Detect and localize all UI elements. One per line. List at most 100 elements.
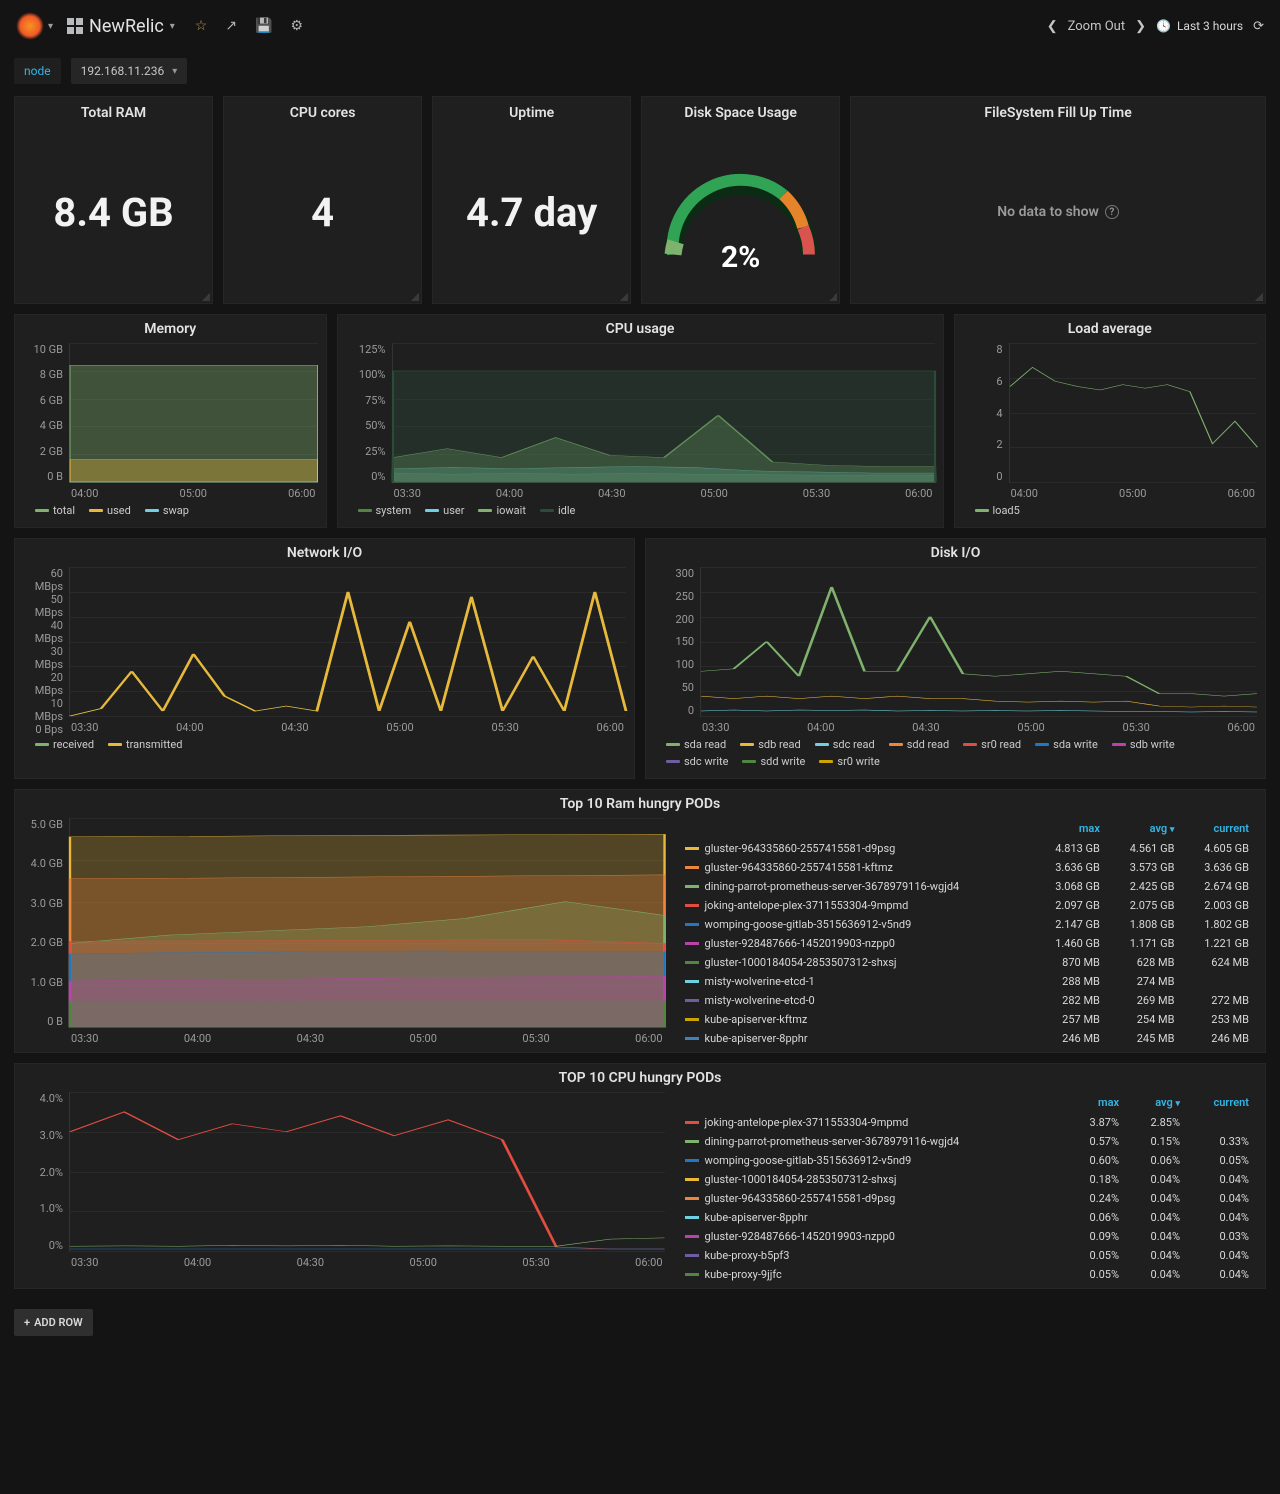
legend-item[interactable]: user — [425, 504, 464, 517]
legend-item[interactable]: load5 — [975, 504, 1020, 517]
legend-item[interactable]: sr0 write — [819, 755, 879, 768]
axis-tick: 05:30 — [803, 487, 830, 500]
legend-item[interactable]: sdb read — [740, 738, 800, 751]
legend-item[interactable]: system — [358, 504, 412, 517]
legend-row[interactable]: dining-parrot-prometheus-server-36789791… — [677, 877, 1257, 896]
legend-row[interactable]: kube-apiserver-8pphr0.06%0.04%0.04% — [677, 1208, 1257, 1227]
col-avg[interactable]: avg ▾ — [1108, 818, 1183, 839]
grafana-menu[interactable]: ▾ — [16, 12, 53, 40]
legend-item[interactable]: sdc write — [666, 755, 728, 768]
chart-legend: total used swap — [23, 500, 318, 523]
axis-tick: 250 — [654, 590, 694, 603]
time-range-picker[interactable]: 🕓 Last 3 hours — [1156, 19, 1243, 33]
col-max[interactable]: max — [1066, 1092, 1127, 1113]
axis-tick: 03:30 — [702, 721, 729, 734]
legend-item[interactable]: sr0 read — [963, 738, 1021, 751]
star-icon[interactable]: ☆ — [195, 18, 208, 34]
col-max[interactable]: max — [1033, 818, 1108, 839]
gauge — [656, 121, 826, 303]
axis-tick: 50% — [346, 419, 386, 432]
axis-tick: 60 MBps — [23, 567, 63, 593]
settings-gear-icon[interactable]: ⚙ — [291, 18, 304, 34]
axis-tick: 4 GB — [23, 419, 63, 432]
legend-row[interactable]: gluster-1000184054-2853507312-shxsj870 M… — [677, 953, 1257, 972]
axis-tick: 04:00 — [184, 1032, 211, 1045]
legend-item[interactable]: sdb write — [1112, 738, 1175, 751]
legend-item[interactable]: idle — [540, 504, 575, 517]
axis-tick: 05:00 — [1017, 721, 1044, 734]
resize-handle-icon[interactable] — [202, 293, 210, 301]
legend-item[interactable]: total — [35, 504, 75, 517]
legend-row[interactable]: gluster-1000184054-2853507312-shxsj0.18%… — [677, 1170, 1257, 1189]
panel-disk-usage[interactable]: Disk Space Usage 2% — [641, 96, 840, 304]
legend-item[interactable]: sdd read — [889, 738, 949, 751]
legend-row[interactable]: misty-wolverine-etcd-1288 MB274 MB — [677, 972, 1257, 991]
add-row-button[interactable]: + ADD ROW — [14, 1309, 93, 1336]
panel-ram-pods[interactable]: Top 10 Ram hungry PODs5.0 GB4.0 GB3.0 GB… — [14, 789, 1266, 1053]
legend-row[interactable]: kube-apiserver-kftmz257 MB254 MB253 MB — [677, 1010, 1257, 1029]
legend-item[interactable]: used — [89, 504, 131, 517]
panel-cpu-pods[interactable]: TOP 10 CPU hungry PODs4.0%3.0%2.0%1.0%0%… — [14, 1063, 1266, 1289]
panel-title: FileSystem Fill Up Time — [984, 97, 1131, 121]
panel-disk-io[interactable]: Disk I/O30025020015010050003:3004:0004:3… — [645, 538, 1266, 779]
legend-row[interactable]: kube-proxy-b5pf30.05%0.04%0.04% — [677, 1246, 1257, 1265]
time-back-button[interactable]: ❮ — [1047, 19, 1058, 34]
legend-item[interactable]: swap — [145, 504, 189, 517]
resize-handle-icon[interactable] — [411, 293, 419, 301]
axis-tick: 06:00 — [1228, 721, 1255, 734]
resize-handle-icon[interactable] — [829, 293, 837, 301]
axis-tick: 8 — [963, 343, 1003, 356]
panel-total-ram[interactable]: Total RAM 8.4 GB — [14, 96, 213, 304]
legend-row[interactable]: joking-antelope-plex-3711553304-9mpmd3.8… — [677, 1113, 1257, 1132]
panel-title: CPU usage — [346, 315, 935, 343]
legend-row[interactable]: gluster-964335860-2557415581-d9psg0.24%0… — [677, 1189, 1257, 1208]
legend-item[interactable]: sdc read — [815, 738, 875, 751]
dashboard-grid-icon — [67, 18, 83, 34]
legend-row[interactable]: gluster-964335860-2557415581-kftmz3.636 … — [677, 858, 1257, 877]
legend-item[interactable]: sda read — [666, 738, 726, 751]
legend-row[interactable]: gluster-928487666-1452019903-nzpp01.460 … — [677, 934, 1257, 953]
panel-fs-fillup[interactable]: FileSystem Fill Up Time No data to show … — [850, 96, 1266, 304]
axis-tick: 1.0% — [23, 1202, 63, 1215]
legend-item[interactable]: iowait — [478, 504, 525, 517]
variable-node-value: 192.168.11.236 — [81, 64, 165, 78]
legend-row[interactable]: gluster-928487666-1452019903-nzpp00.09%0… — [677, 1227, 1257, 1246]
panel-uptime[interactable]: Uptime 4.7 day — [432, 96, 631, 304]
refresh-icon[interactable]: ⟳ — [1253, 19, 1264, 34]
axis-tick: 03:30 — [71, 1032, 98, 1045]
axis-tick: 30 MBps — [23, 645, 63, 671]
variable-node-picker[interactable]: 192.168.11.236 ▾ — [71, 58, 188, 84]
legend-row[interactable]: gluster-964335860-2557415581-d9psg4.813 … — [677, 839, 1257, 858]
panel-memory[interactable]: Memory10 GB8 GB6 GB4 GB2 GB0 B04:0005:00… — [14, 314, 327, 528]
share-icon[interactable]: ↗ — [225, 18, 237, 34]
axis-tick: 0% — [346, 470, 386, 483]
panel-load-average[interactable]: Load average8642004:0005:0006:00load5 — [954, 314, 1267, 528]
col-avg[interactable]: avg ▾ — [1127, 1092, 1188, 1113]
col-current[interactable]: current — [1182, 818, 1257, 839]
legend-item[interactable]: received — [35, 738, 94, 751]
legend-row[interactable]: womping-goose-gitlab-3515636912-v5nd92.1… — [677, 915, 1257, 934]
legend-row[interactable]: joking-antelope-plex-3711553304-9mpmd2.0… — [677, 896, 1257, 915]
save-icon[interactable]: 💾 — [255, 18, 272, 34]
variable-label-node: node — [14, 58, 61, 84]
axis-tick: 50 MBps — [23, 593, 63, 619]
legend-item[interactable]: sdd write — [742, 755, 805, 768]
legend-row[interactable]: womping-goose-gitlab-3515636912-v5nd90.6… — [677, 1151, 1257, 1170]
panel-network-io[interactable]: Network I/O60 MBps50 MBps40 MBps30 MBps2… — [14, 538, 635, 779]
legend-item[interactable]: transmitted — [108, 738, 182, 751]
panel-cpu-cores[interactable]: CPU cores 4 — [223, 96, 422, 304]
legend-row[interactable]: dining-parrot-prometheus-server-36789791… — [677, 1132, 1257, 1151]
dashboard-picker[interactable]: NewRelic ▾ — [67, 16, 175, 37]
zoom-out-button[interactable]: Zoom Out — [1068, 19, 1125, 34]
panel-cpu-usage[interactable]: CPU usage125%100%75%50%25%0%03:3004:0004… — [337, 314, 944, 528]
time-forward-button[interactable]: ❯ — [1135, 19, 1146, 34]
axis-tick: 0 Bps — [23, 723, 63, 736]
legend-item[interactable]: sda write — [1035, 738, 1098, 751]
help-icon[interactable]: ? — [1105, 205, 1119, 219]
resize-handle-icon[interactable] — [620, 293, 628, 301]
legend-row[interactable]: kube-apiserver-8pphr246 MB245 MB246 MB — [677, 1029, 1257, 1048]
legend-row[interactable]: kube-proxy-9jjfc0.05%0.04%0.04% — [677, 1265, 1257, 1284]
resize-handle-icon[interactable] — [1255, 293, 1263, 301]
legend-row[interactable]: misty-wolverine-etcd-0282 MB269 MB272 MB — [677, 991, 1257, 1010]
col-current[interactable]: current — [1188, 1092, 1257, 1113]
